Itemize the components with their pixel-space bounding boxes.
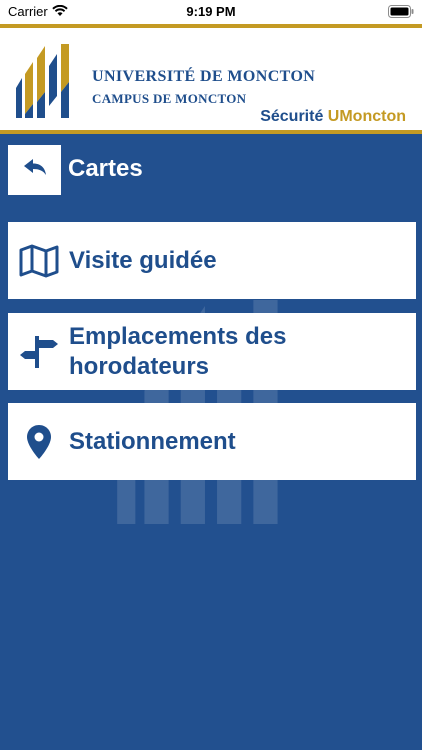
university-logo <box>16 44 78 125</box>
menu-item-visite-guidee[interactable]: Visite guidée <box>8 222 416 299</box>
university-name: UNIVERSITÉ DE MONCTON <box>92 68 316 85</box>
menu-item-emplacements-horodateurs[interactable]: Emplacements des horodateurs <box>8 313 416 390</box>
brand-securite: Sécurité <box>260 108 328 125</box>
menu-item-label: Stationnement <box>69 427 236 455</box>
signpost-icon <box>19 332 59 372</box>
location-pin-icon <box>19 422 59 462</box>
back-arrow-icon <box>22 158 48 183</box>
map-icon <box>19 241 59 281</box>
menu-item-label: Emplacements des horodateurs <box>69 322 287 380</box>
clock: 9:19 PM <box>186 4 236 19</box>
status-bar: Carrier 9:19 PM <box>0 0 422 24</box>
brand-umoncton: UMoncton <box>327 108 406 125</box>
back-button[interactable] <box>8 145 61 195</box>
menu-item-label: Visite guidée <box>69 246 217 274</box>
securite-brand: Sécurité UMoncton <box>260 108 406 126</box>
battery-icon <box>388 5 414 21</box>
page-title: Cartes <box>68 155 143 182</box>
menu-item-stationnement[interactable]: Stationnement <box>8 403 416 480</box>
campus-name: CAMPUS DE MONCTON <box>92 91 247 106</box>
app-header: UNIVERSITÉ DE MONCTON CAMPUS DE MONCTON … <box>0 24 422 134</box>
